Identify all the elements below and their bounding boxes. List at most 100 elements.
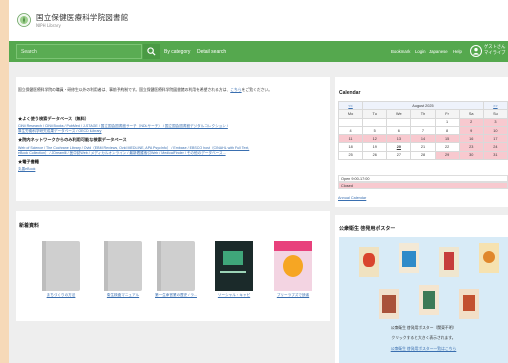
legend-open: Open 9:00-17:00 — [338, 175, 508, 182]
book-cover[interactable] — [104, 241, 142, 291]
poster-thumbnail[interactable] — [379, 289, 399, 319]
calendar-day-closed: 15 — [434, 134, 460, 144]
book-cover[interactable] — [157, 241, 195, 291]
network-db-links-2[interactable]: eBook Collection） / JDreamⅢ / 医中誌Web / メ… — [18, 151, 226, 156]
weekday-header: Mo — [337, 109, 364, 119]
help-link[interactable]: Help — [453, 49, 462, 54]
calendar-day-closed: 3 — [482, 117, 508, 127]
calendar-table: << August 2025 >> Mo Tu We Th Fr Sa Su 2… — [337, 100, 508, 161]
poster-thumbnail[interactable] — [439, 247, 459, 277]
calendar-month: August 2025 — [362, 100, 484, 111]
new-books-title: 新着資料 — [19, 223, 40, 229]
calendar-day-closed: 13 — [386, 134, 412, 144]
browser-page: 国立保健医療科学院図書館 NIPH Library Search By cate… — [9, 0, 508, 363]
notice-here-link[interactable]: こちら — [230, 88, 241, 92]
poster-gallery — [339, 237, 508, 363]
calendar-day: 22 — [434, 142, 460, 152]
poster-thumbnail[interactable] — [479, 243, 499, 273]
calendar-day: 18 — [337, 142, 364, 152]
my-library-link: マイライブ — [484, 51, 506, 56]
weekday-header: Sa — [458, 109, 484, 119]
site-header: 国立保健医療科学院図書館 NIPH Library — [9, 0, 508, 40]
weekday-header: Su — [482, 109, 508, 119]
calendar-day: 5 — [362, 125, 388, 136]
calendar-day: 21 — [410, 142, 436, 152]
book-caption[interactable]: 衛生検査マニュアル — [99, 293, 147, 298]
poster-caption: 公衆衛生 啓発用ポスター（関東不明） — [390, 326, 457, 330]
user-icon[interactable] — [470, 45, 482, 57]
calendar-day: 31 — [410, 117, 436, 127]
calendar-day: 29 — [362, 117, 388, 127]
search-button[interactable] — [143, 44, 160, 59]
poster-thumbnail[interactable] — [399, 243, 419, 273]
weekday-header: We — [386, 109, 412, 119]
poster-list-link[interactable]: 公衆衛生 啓発用ポスター一覧はこちら — [339, 347, 508, 352]
notice-text: 国立保健医療科学院の職員・研修生以外の利用者は、事前予約制です。国立保健医療科学… — [18, 88, 328, 93]
book-caption[interactable]: ソーシャル・キャピ — [210, 293, 258, 298]
book-caption[interactable]: ブリーラブズで読者 — [269, 293, 317, 298]
search-icon — [147, 47, 156, 56]
calendar-day-closed: 29 — [434, 150, 460, 161]
calendar-day: 30 — [386, 117, 412, 127]
calendar-day-closed: 9 — [458, 125, 484, 136]
calendar-day-closed: 30 — [458, 150, 484, 161]
weekday-header: Fr — [434, 109, 460, 119]
calendar-day-closed: 17 — [482, 134, 508, 144]
calendar-day-closed: 24 — [482, 142, 508, 152]
calendar-title: Calendar — [339, 90, 361, 96]
login-link[interactable]: Login — [415, 49, 426, 54]
calendar-day-today: 20 — [386, 142, 412, 152]
notice-end: をご覧ください。 — [241, 88, 273, 92]
japanese-link[interactable]: Japanese — [429, 49, 448, 54]
site-subtitle: NIPH Library — [36, 23, 61, 28]
book-cover[interactable] — [215, 241, 253, 291]
calendar-next-button[interactable]: >> — [482, 100, 508, 111]
calendar-day: 28 — [337, 117, 364, 127]
bookmark-link[interactable]: Bookmark — [391, 49, 410, 54]
search-input[interactable]: Search — [16, 44, 142, 59]
calendar-day-closed: 14 — [410, 134, 436, 144]
book-caption[interactable]: 第一生命営業の歴史 / ラ... — [152, 293, 200, 298]
calendar-day-closed: 12 — [362, 134, 388, 144]
ebook-link[interactable]: 丸善eBook — [18, 167, 35, 172]
book-cover[interactable] — [274, 241, 312, 291]
calendar-day: 25 — [337, 150, 364, 161]
poster-click-hint: クリックすると大きく表示されます。 — [391, 336, 456, 340]
annual-calendar-link[interactable]: Annual Calendar — [338, 196, 366, 200]
notice-body: 国立保健医療科学院の職員・研修生以外の利用者は、事前予約制です。国立保健医療科学… — [18, 88, 231, 92]
poster-thumbnail[interactable] — [459, 289, 479, 319]
weekday-header: Th — [410, 109, 436, 119]
site-title[interactable]: 国立保健医療科学院図書館 — [36, 12, 128, 23]
calendar-day-closed: 23 — [458, 142, 484, 152]
calendar-day: 4 — [337, 125, 364, 136]
navigation-bar: Search By category Detail search Bookmar… — [9, 41, 508, 62]
calendar-prev-button[interactable]: << — [337, 100, 364, 111]
calendar-day: 8 — [434, 125, 460, 136]
book-cover[interactable] — [42, 241, 80, 291]
poster-thumbnail[interactable] — [359, 247, 379, 277]
calendar-day-closed: 10 — [482, 125, 508, 136]
by-category-link[interactable]: By category — [164, 49, 190, 55]
network-db-heading: ★院内ネットワークからのみ利用可能な検索データベース — [18, 137, 127, 142]
calendar-day: 19 — [362, 142, 388, 152]
posters-title: 公衆衛生 啓発用ポスター — [339, 226, 396, 232]
calendar-day: 7 — [410, 125, 436, 136]
library-logo-icon[interactable] — [17, 13, 31, 27]
weekday-header: Tu — [362, 109, 388, 119]
calendar-day-closed: 11 — [337, 134, 364, 144]
common-db-heading: ★よく使う検索データベース（無料） — [18, 116, 89, 121]
calendar-day-closed: 2 — [458, 117, 484, 127]
calendar-day: 6 — [386, 125, 412, 136]
ebook-heading: ★電子書籍 — [18, 159, 39, 164]
calendar-day-closed: 31 — [482, 150, 508, 161]
detail-search-link[interactable]: Detail search — [197, 49, 226, 55]
calendar-day-closed: 16 — [458, 134, 484, 144]
book-caption[interactable]: まちづくりの方法 — [37, 293, 85, 298]
legend-closed: Closed — [338, 182, 508, 189]
calendar-day: 1 — [434, 117, 460, 127]
calendar-day: 27 — [386, 150, 412, 161]
calendar-day: 26 — [362, 150, 388, 161]
common-db-links-2[interactable]: 厚生労働科学研究成果データベース / OECD iLibrary — [18, 129, 101, 134]
poster-thumbnail[interactable] — [419, 285, 439, 315]
user-menu[interactable]: ゲストさん マイライブ — [484, 45, 505, 57]
